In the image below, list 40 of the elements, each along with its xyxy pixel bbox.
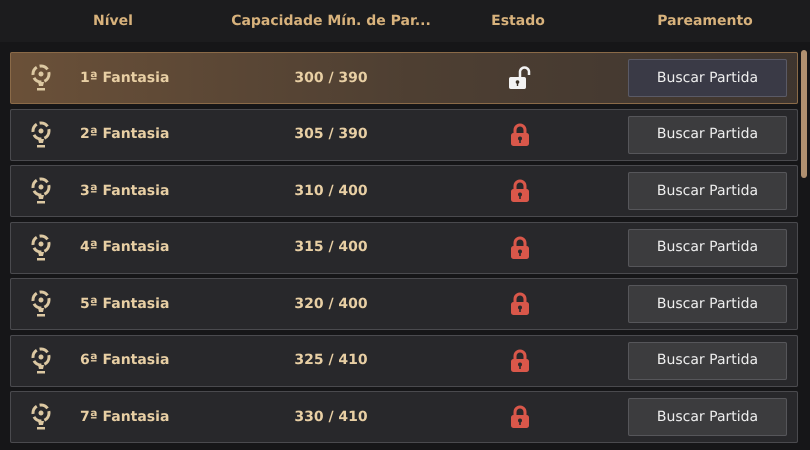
find-match-button[interactable]: Buscar Partida (628, 228, 787, 266)
level-row[interactable]: 7ª Fantasia 330 / 410 Buscar Partida (10, 391, 798, 443)
emblem-icon (30, 177, 52, 205)
level-row[interactable]: 6ª Fantasia 325 / 410 Buscar Partida (10, 334, 798, 386)
column-header: Estado (490, 12, 546, 30)
capacity-value: 330 / 410 (293, 408, 369, 426)
capacity-value: 315 / 400 (293, 238, 369, 257)
column-header: Capacidade Mín. de Par... (230, 12, 432, 30)
capacity-value: 310 / 400 (293, 182, 369, 200)
find-match-button[interactable]: Buscar Partida (628, 172, 787, 210)
level-row[interactable]: 2ª Fantasia 305 / 390 Buscar Partida (10, 108, 798, 160)
level-name: 7ª Fantasia (79, 408, 170, 426)
emblem-icon (30, 403, 52, 431)
emblem-icon (30, 120, 52, 148)
find-match-button[interactable]: Buscar Partida (628, 342, 787, 380)
level-row[interactable]: 3ª Fantasia 310 / 400 Buscar Partida (10, 165, 798, 217)
scrollbar[interactable] (801, 50, 807, 178)
level-name: 2ª Fantasia (79, 125, 170, 144)
capacity-value: 300 / 390 (293, 68, 369, 88)
level-row[interactable]: 1ª Fantasia 300 / 390 Buscar Partida (10, 52, 798, 104)
level-row[interactable]: 4ª Fantasia 315 / 400 Buscar Partida (10, 222, 798, 274)
find-match-button[interactable]: Buscar Partida (628, 398, 787, 436)
find-match-button[interactable]: Buscar Partida (628, 59, 787, 97)
level-name: 6ª Fantasia (79, 351, 170, 370)
capacity-value: 320 / 400 (293, 294, 369, 314)
emblem-icon (30, 64, 52, 92)
column-header: Pareamento (656, 12, 754, 30)
column-header: Nível (92, 12, 134, 30)
level-name: 5ª Fantasia (79, 294, 170, 314)
emblem-icon (30, 290, 52, 318)
level-name: 1ª Fantasia (79, 68, 170, 88)
level-row[interactable]: 5ª Fantasia 320 / 400 Buscar Partida (10, 278, 798, 330)
capacity-value: 305 / 390 (293, 125, 369, 144)
level-name: 4ª Fantasia (79, 238, 170, 257)
emblem-icon (30, 234, 52, 262)
emblem-icon (30, 346, 52, 374)
find-match-button[interactable]: Buscar Partida (628, 116, 787, 154)
level-name: 3ª Fantasia (79, 182, 170, 200)
capacity-value: 325 / 410 (293, 351, 369, 370)
find-match-button[interactable]: Buscar Partida (628, 285, 787, 323)
